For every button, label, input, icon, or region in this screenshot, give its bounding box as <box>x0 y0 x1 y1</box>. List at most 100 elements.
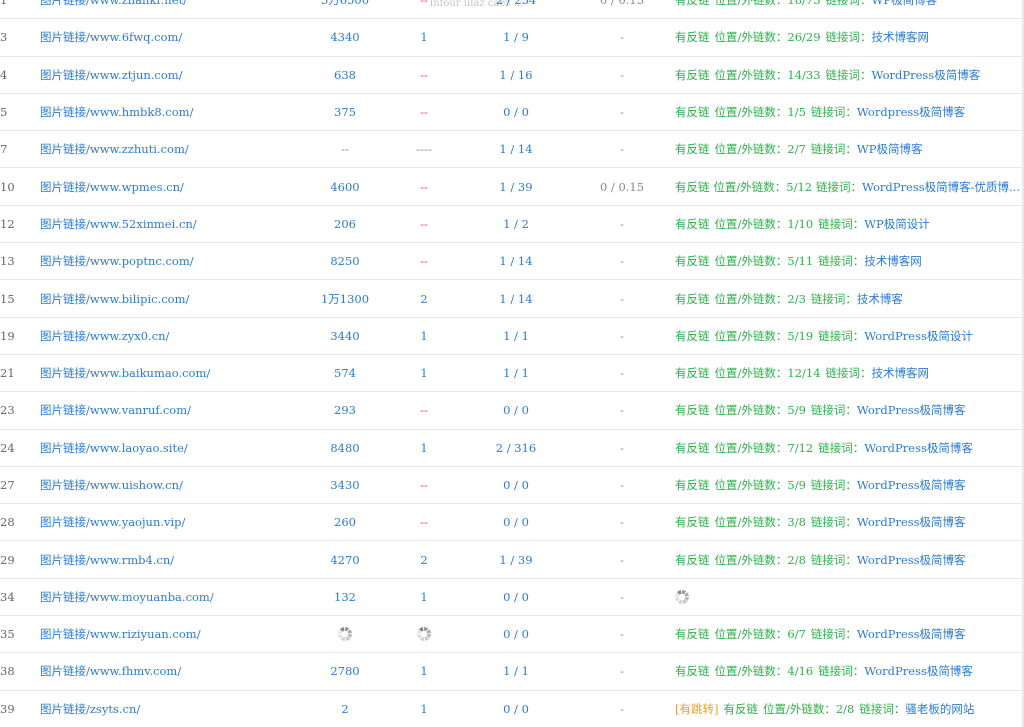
row-value-1: 574 <box>334 366 356 381</box>
row-link[interactable]: 图片链接/www.zhankr.net/ <box>40 0 280 18</box>
row-ratio-2: - <box>620 589 624 604</box>
row-ratio: 0 / 0 <box>503 478 529 492</box>
row-value-2: ---- <box>416 142 432 157</box>
backlink-status: 有反链 <box>675 440 710 455</box>
keyword-label: 链接词： <box>810 142 857 157</box>
row-link[interactable]: 图片链接/www.uishow.cn/ <box>40 467 280 503</box>
table-row: 19 图片链接/www.zyx0.cn/3440 1 1 / 1 - 有反链 位置/外链数：… <box>0 318 1024 355</box>
position-value: 5/9 <box>787 478 806 492</box>
row-link[interactable]: 图片链接/www.zyx0.cn/ <box>40 318 280 354</box>
table-row: 1 图片链接/www.zhankr.net/5万6500 -- 2 / 234 0 / … <box>0 0 1024 20</box>
row-link[interactable]: 图片链接/www.ztjun.com/ <box>40 57 280 93</box>
row-ratio: 1 / 1 <box>503 328 529 343</box>
keyword-label: 链接词： <box>815 179 862 194</box>
row-ratio-2: - <box>620 142 624 157</box>
row-index: 15 <box>0 291 15 306</box>
row-value-1: 638 <box>334 67 356 82</box>
row-status: 有反链 位置/外链数： 3/8 链接词： WordPress极简博客 <box>675 504 1020 540</box>
backlink-status: 有反链 <box>675 291 710 306</box>
row-index: 19 <box>0 328 15 343</box>
row-value-1: 8480 <box>330 440 360 455</box>
keyword-value: 技术博客网 <box>864 254 922 269</box>
position-label: 位置/外链数： <box>714 216 788 231</box>
row-value-1: 293 <box>334 403 356 418</box>
row-link[interactable]: 图片链接/www.6fwq.com/ <box>40 19 280 55</box>
row-value-2: -- <box>420 254 428 269</box>
row-value-2: -- <box>420 478 428 492</box>
loading-spinner-icon <box>338 627 352 642</box>
row-value-2: 1 <box>420 366 428 381</box>
position-value: 2/7 <box>787 142 806 157</box>
keyword-label: 链接词： <box>810 105 857 120</box>
position-label: 位置/外链数： <box>762 701 836 716</box>
keyword-value: WP极简设计 <box>864 216 930 231</box>
row-link[interactable]: 图片链接/www.moyuanba.com/ <box>40 579 280 615</box>
row-ratio: 0 / 0 <box>503 403 529 418</box>
row-value-2: 1 <box>420 701 428 716</box>
row-link[interactable]: 图片链接/www.52xinmei.cn/ <box>40 206 280 242</box>
row-link[interactable]: 图片链接/www.laoyao.site/ <box>40 430 280 466</box>
row-link[interactable]: 图片链接/www.rmb4.cn/ <box>40 541 280 577</box>
row-link[interactable]: 图片链接/www.vanruf.com/ <box>40 392 280 428</box>
row-index: 29 <box>0 552 15 567</box>
row-ratio-2: - <box>620 664 624 679</box>
keyword-label: 链接词： <box>810 478 857 492</box>
keyword-label: 链接词： <box>818 440 865 455</box>
backlink-status: 有反链 <box>675 0 710 8</box>
row-link[interactable]: 图片链接/www.wpmes.cn/ <box>40 168 280 204</box>
row-ratio-2: - <box>620 328 624 343</box>
keyword-label: 链接词： <box>825 0 872 8</box>
backlink-status: 有反链 <box>675 664 710 679</box>
table-row: 13 图片链接/www.poptnc.com/8250 -- 1 / 14 - 有反链 位置… <box>0 243 1024 281</box>
row-ratio: 1 / 39 <box>499 552 533 567</box>
backlink-table: 1 图片链接/www.zhankr.net/5万6500 -- 2 / 234 0 / … <box>0 0 1024 727</box>
row-ratio: 0 / 0 <box>503 627 529 642</box>
backlink-status: 有反链 <box>675 328 710 343</box>
backlink-status: 有反链 <box>675 105 710 120</box>
row-ratio: 1 / 1 <box>503 664 529 679</box>
row-link[interactable]: 图片链接/www.zzhuti.com/ <box>40 131 280 167</box>
row-value-1: 4600 <box>330 179 360 194</box>
backlink-status: 有反链 <box>675 216 710 231</box>
row-index: 28 <box>0 515 15 530</box>
keyword-label: 链接词： <box>810 515 857 530</box>
position-label: 位置/外链数： <box>713 179 787 194</box>
backlink-status: 有反链 <box>675 67 710 82</box>
keyword-value: WordPress极简博客 <box>856 403 966 418</box>
row-status: 有反链 位置/外链数： 5/19 链接词： WordPress极简设计 <box>675 318 1020 354</box>
backlink-status: 有反链 <box>723 701 758 716</box>
row-value-1: 2 <box>341 701 349 716</box>
row-ratio: 0 / 0 <box>503 515 529 530</box>
backlink-report-page: lnfour ulaz caez ... 1 图片链接/www.zhankr.ne… <box>0 0 1024 727</box>
row-value-1: 3440 <box>330 328 360 343</box>
row-value-2: -- <box>420 216 428 231</box>
row-value-2: 1 <box>420 328 428 343</box>
row-value-2: 2 <box>420 291 428 306</box>
position-value: 2/8 <box>787 552 806 567</box>
row-status <box>675 579 1020 615</box>
table-row: 38 图片链接/www.fhmv.com/2780 1 1 / 1 - 有反链 位置/外链数… <box>0 653 1024 691</box>
row-link[interactable]: 图片链接/www.riziyuan.com/ <box>40 616 280 652</box>
table-row: 29 图片链接/www.rmb4.cn/4270 2 1 / 39 - 有反链 位置/外链数… <box>0 541 1024 579</box>
position-value: 2/3 <box>787 291 806 306</box>
row-link[interactable]: 图片链接/www.fhmv.com/ <box>40 653 280 689</box>
keyword-label: 链接词： <box>825 67 872 82</box>
backlink-status: 有反链 <box>675 552 710 567</box>
row-link[interactable]: 图片链接/www.poptnc.com/ <box>40 243 280 279</box>
keyword-value: WordPress极简博客 <box>856 515 966 530</box>
row-link[interactable]: 图片链接/www.baikumao.com/ <box>40 355 280 391</box>
table-row: 39 图片链接/zsyts.cn/2 1 0 / 0 - [有跳转] 有反链 位置/外链数： 2… <box>0 691 1024 727</box>
row-value-2: 2 <box>420 552 428 567</box>
table-row: 7 图片链接/www.zzhuti.com/-- ---- 1 / 14- 有反链 位置/… <box>0 131 1024 169</box>
position-label: 位置/外链数： <box>714 664 788 679</box>
row-link[interactable]: 图片链接/www.bilipic.com/ <box>40 280 280 316</box>
row-value-1: 4270 <box>330 552 360 567</box>
table-row: 21 图片链接/www.baikumao.com/574 1 1 / 1 - 有反链 位置/… <box>0 355 1024 393</box>
keyword-value: WordPress极简博客 <box>864 440 973 455</box>
table-row: 24 图片链接/www.laoyao.site/8480 1 2 / 316 - 有反链位… <box>0 430 1024 467</box>
row-link[interactable]: 图片链接/zsyts.cn/ <box>40 691 280 727</box>
row-status: [有跳转] 有反链 位置/外链数： 2/8 链接词： 骚老板的网站 <box>675 691 1020 727</box>
position-label: 位置/外链数： <box>714 403 788 418</box>
row-link[interactable]: 图片链接/www.hmbk8.com/ <box>40 94 280 130</box>
row-link[interactable]: 图片链接/www.yaojun.vip/ <box>40 504 280 540</box>
